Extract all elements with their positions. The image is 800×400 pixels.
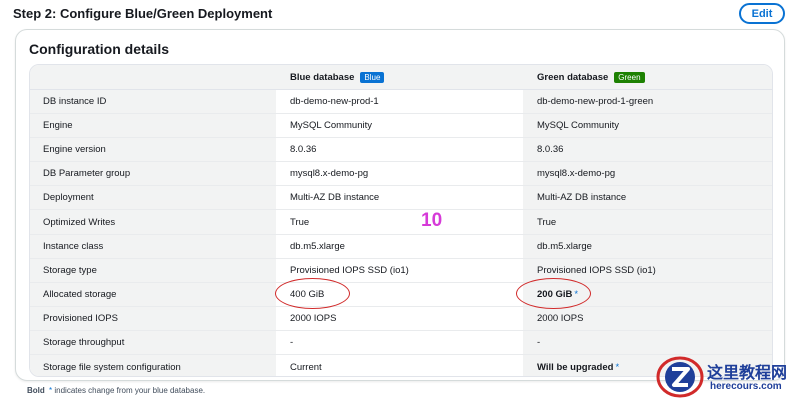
blue-value: db.m5.xlarge [276, 234, 523, 258]
green-database-header: Green database [537, 71, 609, 83]
table-row: Instance class db.m5.xlarge db.m5.xlarge [30, 234, 772, 259]
table-row: Provisioned IOPS 2000 IOPS 2000 IOPS [30, 306, 772, 331]
edit-button[interactable]: Edit [739, 3, 785, 24]
highlight-ellipse-blue-storage [275, 278, 350, 309]
row-label: Provisioned IOPS [30, 306, 276, 330]
blue-value: db-demo-new-prod-1 [276, 90, 523, 114]
highlight-ellipse-green-storage [516, 278, 591, 309]
table-header: Blue database Blue Green database Green [30, 65, 772, 90]
blue-value: mysql8.x-demo-pg [276, 162, 523, 186]
blue-value: MySQL Community [276, 114, 523, 138]
green-badge: Green [614, 71, 645, 83]
annotation-number: 10 [421, 210, 443, 231]
table-row: Optimized Writes True True [30, 210, 772, 235]
table-row: Engine version 8.0.36 8.0.36 [30, 138, 772, 163]
green-value: True [523, 210, 772, 234]
green-value: mysql8.x-demo-pg [523, 162, 772, 186]
blue-value: 2000 IOPS [276, 306, 523, 330]
watermark-subtitle: herecours.com [710, 381, 782, 392]
blue-value: Multi-AZ DB instance [276, 186, 523, 210]
header-green-cell: Green database Green [523, 65, 772, 89]
watermark-title: 这里教程网 [707, 363, 788, 382]
panel-title: Configuration details [29, 41, 169, 57]
green-value: - [523, 330, 772, 355]
row-label: Allocated storage [30, 282, 276, 306]
green-value: 8.0.36 [523, 138, 772, 162]
blue-value: - [276, 330, 523, 355]
footnote: Bold * indicates change from your blue d… [27, 386, 205, 395]
watermark-logo: 这里教程网 herecours.com [652, 353, 800, 400]
watermark-z-icon [656, 356, 704, 398]
configuration-table: Blue database Blue Green database Green … [29, 64, 773, 377]
blue-value: 8.0.36 [276, 138, 523, 162]
row-label: DB instance ID [30, 90, 276, 114]
green-value: MySQL Community [523, 114, 772, 138]
row-label: Deployment [30, 186, 276, 210]
header-label-cell [30, 65, 276, 89]
table-row: DB Parameter group mysql8.x-demo-pg mysq… [30, 162, 772, 187]
row-label: Engine [30, 114, 276, 138]
table-row: Allocated storage 400 GiB 200 GiB * [30, 282, 772, 307]
row-label: Storage file system configuration [30, 355, 276, 376]
green-value: db.m5.xlarge [523, 234, 772, 258]
step-title: Step 2: Configure Blue/Green Deployment [13, 6, 273, 21]
table-row: Storage type Provisioned IOPS SSD (io1) … [30, 258, 772, 283]
table-row: Storage throughput - - [30, 330, 772, 356]
blue-value: True [276, 210, 523, 234]
green-changed-value: Will be upgraded [537, 361, 614, 373]
blue-database-header: Blue database [290, 71, 355, 83]
row-label: Engine version [30, 138, 276, 162]
change-marker: * [615, 361, 620, 373]
green-value: 2000 IOPS [523, 306, 772, 330]
header-blue-cell: Blue database Blue [276, 65, 523, 89]
table-row: DB instance ID db-demo-new-prod-1 db-dem… [30, 90, 772, 115]
row-label: Storage throughput [30, 330, 276, 355]
row-label: DB Parameter group [30, 162, 276, 186]
green-value: Multi-AZ DB instance [523, 186, 772, 210]
footnote-text: indicates change from your blue database… [52, 386, 206, 395]
configuration-panel: Configuration details Blue database Blue… [15, 29, 785, 381]
blue-badge: Blue [360, 71, 385, 83]
blue-value: Current [276, 355, 523, 376]
row-label: Storage type [30, 258, 276, 282]
table-row: Deployment Multi-AZ DB instance Multi-AZ… [30, 186, 772, 211]
row-label: Optimized Writes [30, 210, 276, 234]
green-value: db-demo-new-prod-1-green [523, 90, 772, 114]
table-row: Engine MySQL Community MySQL Community [30, 114, 772, 139]
footnote-bold-word: Bold [27, 386, 45, 395]
row-label: Instance class [30, 234, 276, 258]
